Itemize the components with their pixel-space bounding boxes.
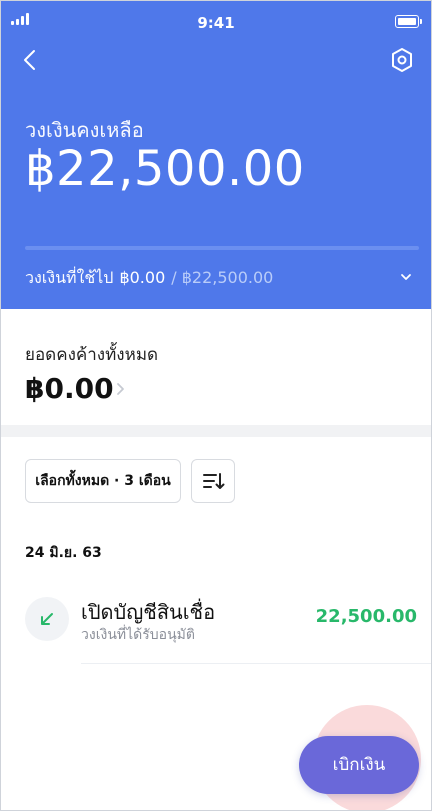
credit-used-amount: ฿0.00 xyxy=(119,268,166,287)
settings-icon[interactable] xyxy=(387,45,417,75)
chevron-right-icon[interactable] xyxy=(113,381,127,395)
available-credit-amount: ฿22,500.00 xyxy=(25,141,305,197)
outstanding-balance-section[interactable]: ยอดคงค้างทั้งหมด ฿0.00 xyxy=(1,309,431,427)
transaction-separator xyxy=(81,663,431,664)
transaction-amount: 22,500.00 xyxy=(315,606,417,627)
outstanding-balance-label: ยอดคงค้างทั้งหมด xyxy=(25,345,159,365)
back-icon[interactable] xyxy=(15,43,45,77)
credit-summary-header: 9:41 วงเงินคงเหลือ ฿22,500.00 วงเงินที่ใ… xyxy=(1,1,431,309)
battery-icon xyxy=(395,15,422,28)
period-filter-button[interactable]: เลือกทั้งหมด · 3 เดือน xyxy=(25,459,181,503)
chevron-down-icon[interactable] xyxy=(397,268,415,286)
status-time: 9:41 xyxy=(197,14,235,32)
outstanding-balance-amount: ฿0.00 xyxy=(25,372,114,405)
app-screen: 9:41 วงเงินคงเหลือ ฿22,500.00 วงเงินที่ใ… xyxy=(0,0,432,811)
credit-usage-bar xyxy=(25,246,419,250)
status-bar: 9:41 xyxy=(1,1,431,41)
transaction-item[interactable]: เปิดบัญชีสินเชื่อ วงเงินที่ได้รับอนุมัติ… xyxy=(1,589,431,669)
arrow-down-left-icon xyxy=(25,597,69,641)
transaction-subtitle: วงเงินที่ได้รับอนุมัติ xyxy=(81,627,195,643)
transaction-date-header: 24 มิ.ย. 63 xyxy=(25,545,102,561)
credit-usage-row[interactable]: วงเงินที่ใช้ไป ฿0.00 / ฿22,500.00 xyxy=(25,266,415,292)
credit-limit-total: / ฿22,500.00 xyxy=(171,268,274,287)
sort-button[interactable] xyxy=(191,459,235,503)
withdraw-button[interactable]: เบิกเงิน xyxy=(299,736,419,794)
sort-icon xyxy=(203,473,225,489)
section-divider xyxy=(1,425,431,437)
credit-used-label: วงเงินที่ใช้ไป xyxy=(25,268,114,287)
